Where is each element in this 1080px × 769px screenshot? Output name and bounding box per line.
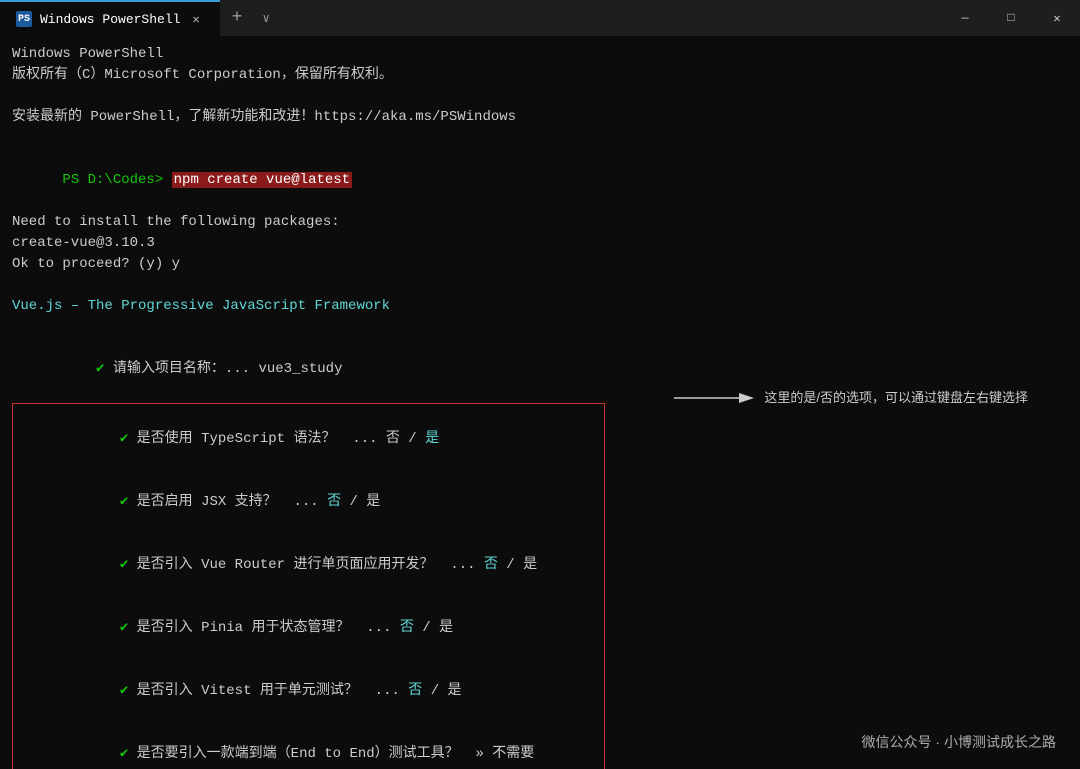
line-proceed: Ok to proceed? (y) y [12, 254, 1068, 275]
question-2: ✔ 是否使用 TypeScript 语法？ ... 否 / 是 [19, 408, 596, 471]
question-7: ✔ 是否要引入一款端到端（End to End）测试工具？ » 不需要 [19, 723, 596, 769]
line-update: 安装最新的 PowerShell，了解新功能和改进！https://aka.ms… [12, 107, 1068, 128]
annotation-text: 这里的是/否的选项，可以通过键盘左右键选择 [764, 388, 1028, 408]
title-bar-tabs: PS Windows PowerShell ✕ + ∨ [0, 0, 942, 36]
command-highlight: npm create vue@latest [172, 172, 352, 188]
powershell-icon: PS [16, 11, 32, 27]
tab-label: Windows PowerShell [40, 12, 180, 27]
watermark: 微信公众号 · 小博测试成长之路 [862, 732, 1056, 753]
line-blank3 [12, 275, 1068, 296]
line-prompt1: PS D:\Codes> npm create vue@latest [12, 149, 1068, 212]
line-create-vue: create-vue@3.10.3 [12, 233, 1068, 254]
active-tab[interactable]: PS Windows PowerShell ✕ [0, 0, 220, 36]
close-button[interactable]: ✕ [1034, 0, 1080, 36]
minimize-button[interactable]: — [942, 0, 988, 36]
line-header1: Windows PowerShell [12, 44, 1068, 65]
questions-section: ✔ 请输入项目名称：... vue3_study ✔ 是否使用 TypeScri… [12, 338, 1068, 769]
question-6: ✔ 是否引入 Vitest 用于单元测试？ ... 否 / 是 [19, 660, 596, 723]
line-blank4 [12, 317, 1068, 338]
powershell-window: PS Windows PowerShell ✕ + ∨ — □ ✕ Window… [0, 0, 1080, 769]
prompt-text: PS D:\Codes> [62, 172, 171, 188]
new-tab-button[interactable]: + [220, 0, 255, 36]
tab-close-button[interactable]: ✕ [188, 10, 203, 29]
question-5: ✔ 是否引入 Pinia 用于状态管理？ ... 否 / 是 [19, 597, 596, 660]
question-3: ✔ 是否启用 JSX 支持？ ... 否 / 是 [19, 471, 596, 534]
line-vuejs: Vue.js – The Progressive JavaScript Fram… [12, 296, 1068, 317]
tab-dropdown-button[interactable]: ∨ [254, 0, 277, 36]
window-controls: — □ ✕ [942, 0, 1080, 36]
title-bar: PS Windows PowerShell ✕ + ∨ — □ ✕ [0, 0, 1080, 36]
questions-box: ✔ 是否使用 TypeScript 语法？ ... 否 / 是 ✔ 是否启用 J… [12, 403, 605, 769]
question-4: ✔ 是否引入 Vue Router 进行单页面应用开发？ ... 否 / 是 [19, 534, 596, 597]
line-header2: 版权所有（C）Microsoft Corporation，保留所有权利。 [12, 65, 1068, 86]
line-blank1 [12, 86, 1068, 107]
terminal-content: Windows PowerShell 版权所有（C）Microsoft Corp… [0, 36, 1080, 769]
annotation-wrapper: 这里的是/否的选项，可以通过键盘左右键选择 [674, 388, 1028, 408]
line-need-install: Need to install the following packages: [12, 212, 1068, 233]
line-blank2 [12, 128, 1068, 149]
arrow-icon [674, 388, 754, 408]
maximize-button[interactable]: □ [988, 0, 1034, 36]
